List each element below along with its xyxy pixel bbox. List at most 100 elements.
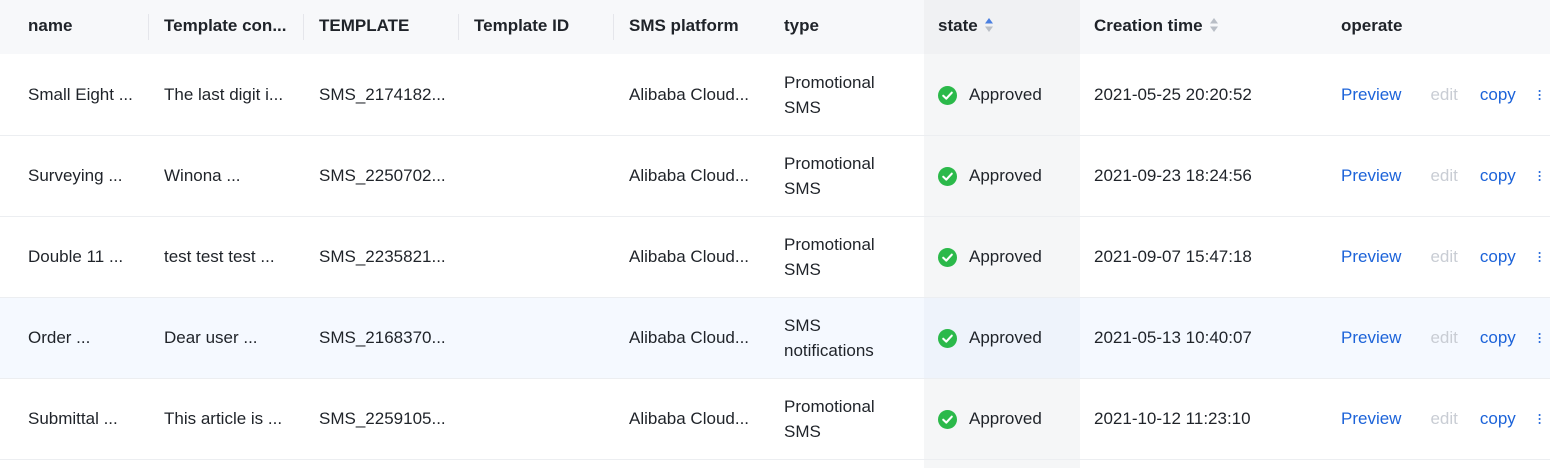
cell-type-line2: SMS	[784, 98, 821, 117]
cell-creation-time: 2021-05-13 10:40:07	[1094, 328, 1252, 347]
cell-name: Submittal ...	[28, 409, 118, 428]
cell-state: Approved	[938, 298, 1078, 378]
cell-template: SMS_2168370...	[319, 328, 446, 347]
cell-type: Promotional SMS	[784, 379, 914, 459]
status-label: Approved	[969, 166, 1042, 185]
cell-creation-time: 2021-05-25 20:20:52	[1094, 85, 1252, 104]
cell-operate: Preview edit copy	[1341, 136, 1541, 216]
cell-name: Order ...	[28, 328, 91, 347]
cell-state: Approved	[938, 379, 1078, 459]
more-vertical-icon[interactable]	[1538, 411, 1541, 427]
cell-operate: Preview edit copy	[1341, 379, 1541, 459]
cell-sms-platform: Alibaba Cloud...	[629, 166, 750, 185]
more-vertical-icon[interactable]	[1538, 87, 1541, 103]
column-divider	[458, 14, 459, 40]
column-header-template-id: Template ID	[474, 16, 570, 35]
table-row: Double 11 ... test test test ... SMS_223…	[0, 217, 1550, 298]
cell-sms-platform: Alibaba Cloud...	[629, 247, 750, 266]
more-vertical-icon[interactable]	[1538, 168, 1541, 184]
copy-link[interactable]: copy	[1480, 166, 1516, 186]
cell-type-line2: SMS	[784, 179, 821, 198]
column-header-name: name	[28, 16, 73, 35]
copy-link[interactable]: copy	[1480, 328, 1516, 348]
cell-template-id	[474, 379, 614, 459]
column-header-creation-time-label: Creation time	[1094, 16, 1203, 35]
cell-template-id	[474, 217, 614, 297]
cell-template-id	[474, 136, 614, 216]
cell-type-line2: SMS	[784, 260, 821, 279]
copy-link[interactable]: copy	[1480, 85, 1516, 105]
cell-sms-platform: Alibaba Cloud...	[629, 85, 750, 104]
table-header: name Template con... TEMPLATE Template I…	[0, 0, 1550, 54]
cell-operate: Preview edit copy	[1341, 298, 1541, 378]
cell-template-content: This article is ...	[164, 409, 283, 428]
cell-template-id	[474, 55, 614, 135]
column-header-state-label: state	[938, 16, 978, 35]
cell-template-content: The last digit i...	[164, 85, 284, 104]
more-vertical-icon[interactable]	[1538, 249, 1541, 265]
cell-type-line2: notifications	[784, 341, 874, 360]
column-header-template: TEMPLATE	[319, 16, 410, 35]
cell-state: Approved	[938, 217, 1078, 297]
edit-link-disabled: edit	[1430, 85, 1458, 104]
cell-template: SMS_2250702...	[319, 166, 446, 185]
cell-sms-platform: Alibaba Cloud...	[629, 328, 750, 347]
status-badge: Approved	[938, 85, 1042, 105]
status-badge: Approved	[938, 247, 1042, 267]
edit-link-disabled: edit	[1430, 409, 1458, 428]
more-vertical-icon[interactable]	[1538, 330, 1541, 346]
cell-name: Small Eight ...	[28, 85, 133, 104]
status-badge: Approved	[938, 409, 1042, 429]
edit-link-disabled: edit	[1430, 166, 1458, 185]
column-header-state[interactable]: state	[938, 0, 1078, 54]
sms-template-table: name Template con... TEMPLATE Template I…	[0, 0, 1550, 468]
status-label: Approved	[969, 85, 1042, 104]
cell-sms-platform: Alibaba Cloud...	[629, 409, 750, 428]
cell-operate: Preview edit copy	[1341, 55, 1541, 135]
column-header-operate: operate	[1341, 16, 1403, 35]
preview-link[interactable]: Preview	[1341, 328, 1401, 348]
cell-template: SMS_2174182...	[319, 85, 446, 104]
edit-link-disabled: edit	[1430, 247, 1458, 266]
cell-creation-time: 2021-09-07 15:47:18	[1094, 247, 1252, 266]
copy-link[interactable]: copy	[1480, 247, 1516, 267]
check-circle-icon	[938, 328, 957, 348]
cell-type: Promotional SMS	[784, 217, 914, 297]
status-label: Approved	[969, 328, 1042, 347]
edit-link-disabled: edit	[1430, 328, 1458, 347]
check-circle-icon	[938, 247, 957, 267]
table-row: Order ... Dear user ... SMS_2168370... A…	[0, 298, 1550, 379]
copy-link[interactable]: copy	[1480, 409, 1516, 429]
status-label: Approved	[969, 409, 1042, 428]
column-divider	[303, 14, 304, 40]
cell-creation-time: 2021-09-23 18:24:56	[1094, 166, 1252, 185]
table-row: Small Eight ... The last digit i... SMS_…	[0, 55, 1550, 136]
column-header-creation-time[interactable]: Creation time	[1094, 0, 1294, 54]
preview-link[interactable]: Preview	[1341, 409, 1401, 429]
cell-operate: Preview edit copy	[1341, 217, 1541, 297]
cell-template-content: Winona ...	[164, 166, 241, 185]
cell-type-line1: Promotional	[784, 235, 875, 254]
cell-creation-time: 2021-10-12 11:23:10	[1094, 409, 1251, 428]
cell-type-line1: Promotional	[784, 397, 875, 416]
sort-icon[interactable]	[1209, 17, 1219, 33]
cell-name: Surveying ...	[28, 166, 123, 185]
sort-ascending-icon[interactable]	[984, 17, 994, 33]
column-divider	[613, 14, 614, 40]
column-header-sms-platform: SMS platform	[629, 16, 739, 35]
check-circle-icon	[938, 409, 957, 429]
check-circle-icon	[938, 85, 957, 105]
preview-link[interactable]: Preview	[1341, 85, 1401, 105]
preview-link[interactable]: Preview	[1341, 166, 1401, 186]
cell-name: Double 11 ...	[28, 247, 124, 266]
column-header-type: type	[784, 16, 819, 35]
cell-type: Promotional SMS	[784, 55, 914, 135]
cell-type-line1: Promotional	[784, 154, 875, 173]
cell-type: SMS notifications	[784, 298, 914, 378]
preview-link[interactable]: Preview	[1341, 247, 1401, 267]
column-header-template-content: Template con...	[164, 16, 287, 35]
cell-template-id	[474, 298, 614, 378]
cell-type-line1: SMS	[784, 316, 821, 335]
cell-template: SMS_2235821...	[319, 247, 446, 266]
cell-template: SMS_2259105...	[319, 409, 446, 428]
